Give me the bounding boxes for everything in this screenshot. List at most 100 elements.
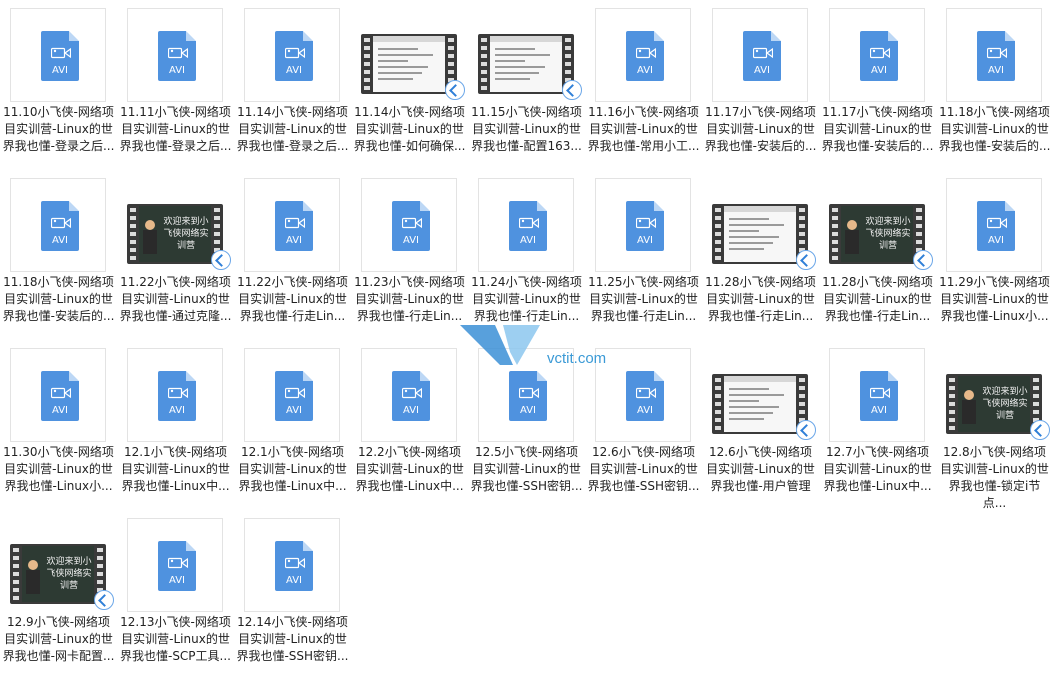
file-item[interactable]: AVI 11.30小飞侠-网络项目实训营-Linux的世界我也懂-Linux小..… bbox=[0, 340, 117, 510]
file-item[interactable]: 11.28小飞侠-网络项目实训营-Linux的世界我也懂-行走Lin... bbox=[702, 170, 819, 340]
chalkboard-frame: 欢迎来到小飞侠网络实训营 bbox=[958, 376, 1030, 432]
file-item[interactable]: AVI 12.13小飞侠-网络项目实训营-Linux的世界我也懂-SCP工具... bbox=[117, 510, 234, 680]
file-type-label: AVI bbox=[626, 64, 664, 78]
file-page-icon: AVI bbox=[626, 201, 664, 251]
chalkboard-text: 欢迎来到小飞侠网络实训营 bbox=[982, 387, 1028, 421]
file-type-label: AVI bbox=[977, 234, 1015, 248]
file-type-label: AVI bbox=[392, 234, 430, 248]
file-name: 11.16小飞侠-网络项目实训营-Linux的世界我也懂-常用小工... bbox=[587, 105, 700, 153]
file-item[interactable]: 11.15小飞侠-网络项目实训营-Linux的世界我也懂-配置163... bbox=[468, 0, 585, 170]
video-camera-icon bbox=[51, 387, 71, 399]
file-item[interactable]: 欢迎来到小飞侠网络实训营 11.22小飞侠-网络项目实训营-Linux的世界我也懂… bbox=[117, 170, 234, 340]
video-camera-icon bbox=[636, 387, 656, 399]
video-thumbnail: 欢迎来到小飞侠网络实训营 bbox=[10, 544, 114, 610]
page-fold bbox=[420, 371, 430, 381]
file-item[interactable]: AVI 12.1小飞侠-网络项目实训营-Linux的世界我也懂-Linux中... bbox=[234, 340, 351, 510]
chalkboard-frame: 欢迎来到小飞侠网络实训营 bbox=[22, 546, 94, 602]
chalkboard-text: 欢迎来到小飞侠网络实训营 bbox=[163, 217, 209, 251]
video-camera-icon bbox=[636, 217, 656, 229]
person-icon bbox=[847, 220, 857, 230]
avi-file-icon: AVI bbox=[946, 8, 1042, 102]
avi-file-icon: AVI bbox=[10, 8, 106, 102]
file-item[interactable]: AVI 11.17小飞侠-网络项目实训营-Linux的世界我也懂-安装后的... bbox=[702, 0, 819, 170]
file-page-icon: AVI bbox=[860, 31, 898, 81]
file-name: 12.1小飞侠-网络项目实训营-Linux的世界我也懂-Linux中... bbox=[121, 445, 230, 493]
page-fold bbox=[771, 31, 781, 41]
file-item[interactable]: AVI 11.24小飞侠-网络项目实训营-Linux的世界我也懂-行走Lin... bbox=[468, 170, 585, 340]
video-camera-icon bbox=[636, 47, 656, 59]
page-fold bbox=[69, 371, 79, 381]
file-type-label: AVI bbox=[509, 404, 547, 418]
file-page-icon: AVI bbox=[158, 371, 196, 421]
file-type-label: AVI bbox=[626, 234, 664, 248]
file-page-icon: AVI bbox=[158, 541, 196, 591]
screen-capture bbox=[724, 376, 796, 432]
avi-file-icon: AVI bbox=[127, 518, 223, 612]
file-name: 11.17小飞侠-网络项目实训营-Linux的世界我也懂-安装后的... bbox=[821, 105, 934, 153]
avi-file-icon: AVI bbox=[244, 518, 340, 612]
file-item[interactable]: AVI 12.14小飞侠-网络项目实训营-Linux的世界我也懂-SSH密钥... bbox=[234, 510, 351, 680]
file-item[interactable]: AVI 12.2小飞侠-网络项目实训营-Linux的世界我也懂-Linux中... bbox=[351, 340, 468, 510]
file-type-label: AVI bbox=[275, 574, 313, 588]
watermark: vctit.com bbox=[455, 320, 606, 375]
shortcut-arrow-icon bbox=[211, 250, 231, 270]
film-strip bbox=[832, 208, 838, 260]
avi-file-icon: AVI bbox=[595, 178, 691, 272]
file-item[interactable]: 欢迎来到小飞侠网络实训营 11.28小飞侠-网络项目实训营-Linux的世界我也懂… bbox=[819, 170, 936, 340]
file-item[interactable]: AVI 11.18小飞侠-网络项目实训营-Linux的世界我也懂-安装后的... bbox=[936, 0, 1053, 170]
file-name: 11.14小飞侠-网络项目实训营-Linux的世界我也懂-登录之后... bbox=[236, 105, 349, 153]
page-fold bbox=[303, 31, 313, 41]
file-name: 12.1小飞侠-网络项目实训营-Linux的世界我也懂-Linux中... bbox=[238, 445, 347, 493]
video-thumbnail bbox=[478, 34, 582, 100]
file-item[interactable]: AVI 11.17小飞侠-网络项目实训营-Linux的世界我也懂-安装后的... bbox=[819, 0, 936, 170]
file-item[interactable]: 欢迎来到小飞侠网络实训营 12.9小飞侠-网络项目实训营-Linux的世界我也懂-… bbox=[0, 510, 117, 680]
file-name: 12.9小飞侠-网络项目实训营-Linux的世界我也懂-网卡配置... bbox=[2, 615, 115, 663]
video-camera-icon bbox=[870, 387, 890, 399]
file-item[interactable]: AVI 11.16小飞侠-网络项目实训营-Linux的世界我也懂-常用小工... bbox=[585, 0, 702, 170]
film-strip bbox=[481, 38, 487, 90]
file-item[interactable]: 12.6小飞侠-网络项目实训营-Linux的世界我也懂-用户管理 bbox=[702, 340, 819, 510]
file-item[interactable]: AVI 12.7小飞侠-网络项目实训营-Linux的世界我也懂-Linux中... bbox=[819, 340, 936, 510]
page-fold bbox=[69, 201, 79, 211]
avi-file-icon: AVI bbox=[127, 348, 223, 442]
video-camera-icon bbox=[402, 387, 422, 399]
file-item[interactable]: AVI 11.11小飞侠-网络项目实训营-Linux的世界我也懂-登录之后... bbox=[117, 0, 234, 170]
file-page-icon: AVI bbox=[41, 31, 79, 81]
page-fold bbox=[654, 201, 664, 211]
page-fold bbox=[186, 31, 196, 41]
file-name: 12.13小飞侠-网络项目实训营-Linux的世界我也懂-SCP工具... bbox=[119, 615, 231, 663]
chalkboard-frame: 欢迎来到小飞侠网络实训营 bbox=[139, 206, 211, 262]
video-thumbnail: 欢迎来到小飞侠网络实训营 bbox=[829, 204, 933, 270]
avi-file-icon: AVI bbox=[361, 348, 457, 442]
file-page-icon: AVI bbox=[275, 371, 313, 421]
file-page-icon: AVI bbox=[509, 201, 547, 251]
file-item[interactable]: 11.14小飞侠-网络项目实训营-Linux的世界我也懂-如何确保... bbox=[351, 0, 468, 170]
film-strip bbox=[130, 208, 136, 260]
file-type-label: AVI bbox=[860, 64, 898, 78]
file-item[interactable]: AVI 11.10小飞侠-网络项目实训营-Linux的世界我也懂-登录之后... bbox=[0, 0, 117, 170]
video-camera-icon bbox=[285, 387, 305, 399]
file-item[interactable]: AVI 12.1小飞侠-网络项目实训营-Linux的世界我也懂-Linux中... bbox=[117, 340, 234, 510]
file-name: 11.10小飞侠-网络项目实训营-Linux的世界我也懂-登录之后... bbox=[2, 105, 115, 153]
file-item[interactable]: AVI 11.14小飞侠-网络项目实训营-Linux的世界我也懂-登录之后... bbox=[234, 0, 351, 170]
avi-file-icon: AVI bbox=[595, 348, 691, 442]
file-name: 11.29小飞侠-网络项目实训营-Linux的世界我也懂-Linux小... bbox=[939, 275, 1050, 323]
page-fold bbox=[888, 371, 898, 381]
page-fold bbox=[654, 31, 664, 41]
file-page-icon: AVI bbox=[509, 371, 547, 421]
avi-file-icon: AVI bbox=[829, 348, 925, 442]
file-item[interactable]: AVI 11.23小飞侠-网络项目实训营-Linux的世界我也懂-行走Lin... bbox=[351, 170, 468, 340]
file-name: 11.22小飞侠-网络项目实训营-Linux的世界我也懂-行走Lin... bbox=[237, 275, 348, 323]
video-camera-icon bbox=[51, 47, 71, 59]
file-item[interactable]: AVI 11.29小飞侠-网络项目实训营-Linux的世界我也懂-Linux小..… bbox=[936, 170, 1053, 340]
page-fold bbox=[1005, 201, 1015, 211]
file-item[interactable]: AVI 11.22小飞侠-网络项目实训营-Linux的世界我也懂-行走Lin... bbox=[234, 170, 351, 340]
avi-file-icon: AVI bbox=[361, 178, 457, 272]
file-type-label: AVI bbox=[41, 234, 79, 248]
file-item[interactable]: 欢迎来到小飞侠网络实训营 12.8小飞侠-网络项目实训营-Linux的世界我也懂-… bbox=[936, 340, 1053, 510]
file-name: 12.6小飞侠-网络项目实训营-Linux的世界我也懂-SSH密钥... bbox=[587, 445, 700, 493]
file-item[interactable]: AVI 11.25小飞侠-网络项目实训营-Linux的世界我也懂-行走Lin... bbox=[585, 170, 702, 340]
video-camera-icon bbox=[402, 217, 422, 229]
video-camera-icon bbox=[753, 47, 773, 59]
file-item[interactable]: AVI 11.18小飞侠-网络项目实训营-Linux的世界我也懂-安装后的... bbox=[0, 170, 117, 340]
